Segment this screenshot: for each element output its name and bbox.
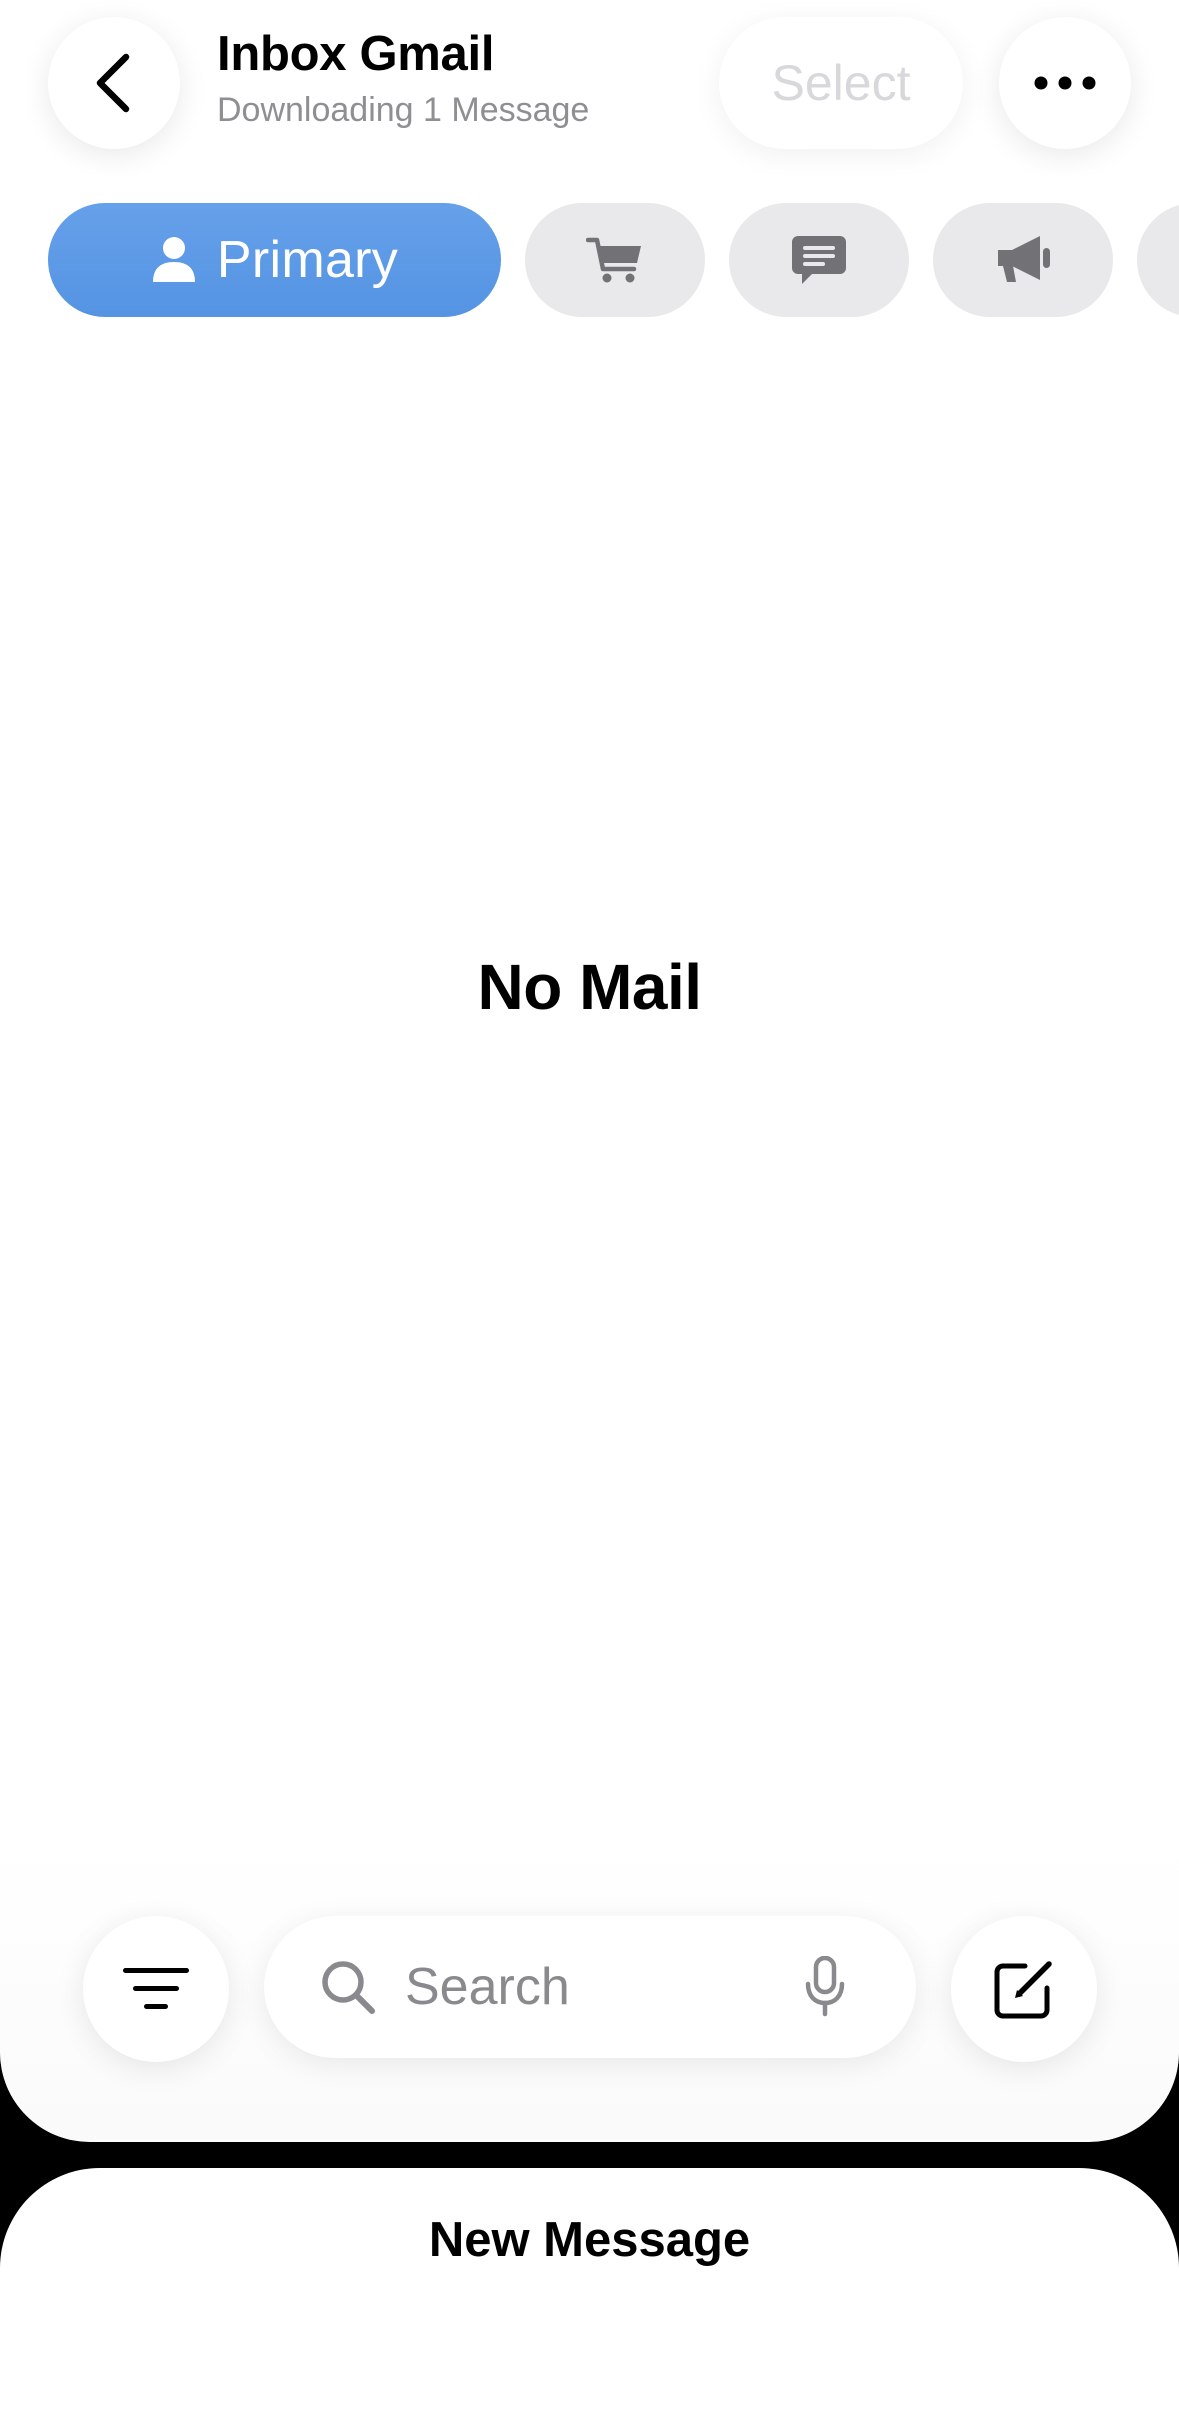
filter-button[interactable] xyxy=(83,1916,229,2062)
tab-primary[interactable]: Primary xyxy=(48,203,501,317)
sheet-title: New Message xyxy=(428,2213,751,2267)
compose-button[interactable] xyxy=(951,1916,1097,2062)
chevron-left-icon xyxy=(96,53,130,113)
more-button[interactable] xyxy=(999,17,1131,149)
ellipsis-icon xyxy=(1034,76,1096,90)
tab-social[interactable] xyxy=(729,203,909,317)
search-input[interactable]: Search xyxy=(405,1916,570,2058)
sync-status: Downloading 1 Message xyxy=(217,91,590,129)
header-title-block: Inbox Gmail Downloading 1 Message xyxy=(217,22,589,132)
filter-icon xyxy=(123,1968,189,2009)
tab-shopping[interactable] xyxy=(525,203,705,317)
megaphone-icon xyxy=(998,236,1050,282)
mailbox-title: Inbox Gmail xyxy=(217,27,495,81)
mailbox-screen: Inbox Gmail Downloading 1 Message Select… xyxy=(0,0,1179,2142)
person-icon xyxy=(152,237,195,282)
tab-primary-label: Primary xyxy=(216,231,399,289)
search-icon xyxy=(322,1961,375,2014)
select-button[interactable]: Select xyxy=(719,17,963,149)
cart-icon xyxy=(586,237,641,283)
compose-icon xyxy=(994,1961,1052,2019)
tab-promotions[interactable] xyxy=(933,203,1113,317)
chat-bubble-icon xyxy=(792,236,846,284)
search-field[interactable]: Search xyxy=(264,1916,916,2058)
tab-updates[interactable] xyxy=(1137,203,1179,317)
back-button[interactable] xyxy=(48,17,180,149)
empty-state-message: No Mail xyxy=(477,951,702,1023)
new-message-sheet[interactable]: New Message xyxy=(0,2168,1179,2428)
microphone-icon[interactable] xyxy=(804,1956,846,2018)
